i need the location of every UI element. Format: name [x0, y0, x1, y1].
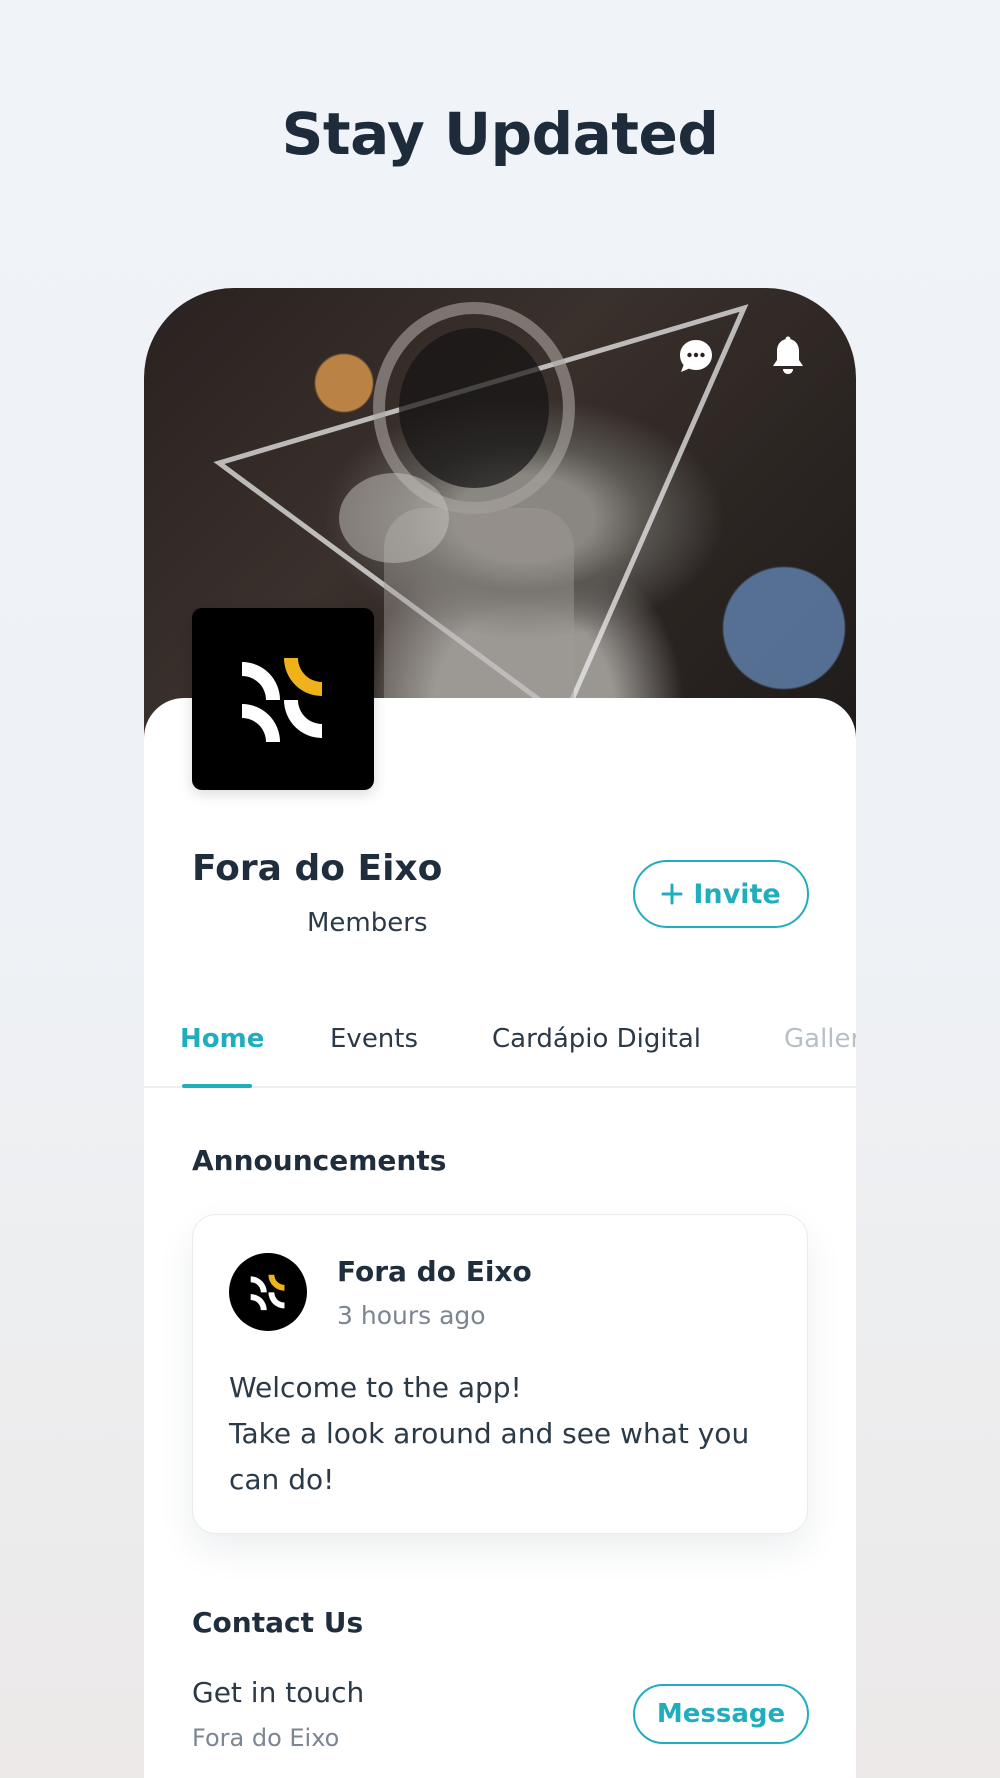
group-name: Fora do Eixo — [192, 848, 443, 889]
announcement-card[interactable]: Fora do Eixo 3 hours ago Welcome to the … — [192, 1214, 808, 1534]
post-author: Fora do Eixo — [337, 1255, 532, 1288]
avatar — [229, 1253, 307, 1331]
invite-button[interactable]: Invite — [633, 860, 809, 928]
page-headline: Stay Updated — [281, 100, 719, 168]
group-logo — [192, 608, 374, 790]
bell-icon[interactable] — [768, 336, 808, 376]
logo-mark-icon — [250, 1274, 285, 1311]
contact-subtitle: Fora do Eixo — [192, 1724, 340, 1752]
message-button[interactable]: Message — [633, 1684, 809, 1744]
tab-home[interactable]: Home — [180, 1024, 264, 1054]
members-link[interactable]: Members — [307, 908, 428, 938]
contact-title: Contact Us — [192, 1606, 364, 1639]
tab-events[interactable]: Events — [330, 1024, 418, 1054]
post-body: Welcome to the app! Take a look around a… — [229, 1371, 750, 1496]
plus-icon — [661, 883, 683, 905]
contact-heading: Get in touch — [192, 1676, 365, 1709]
active-tab-indicator — [182, 1084, 252, 1088]
logo-mark-icon — [242, 658, 322, 742]
tab-bar: Home Events Cardápio Digital Galler — [144, 988, 856, 1088]
tab-gallery[interactable]: Galler — [784, 1024, 856, 1054]
post-timestamp: 3 hours ago — [337, 1301, 486, 1330]
announcements-title: Announcements — [192, 1144, 447, 1177]
chat-icon[interactable] — [676, 336, 716, 376]
invite-label: Invite — [693, 878, 781, 910]
phone-mockup: Fora do Eixo Members Invite Home Events … — [144, 288, 856, 1778]
tab-cardapio-digital[interactable]: Cardápio Digital — [492, 1024, 701, 1054]
